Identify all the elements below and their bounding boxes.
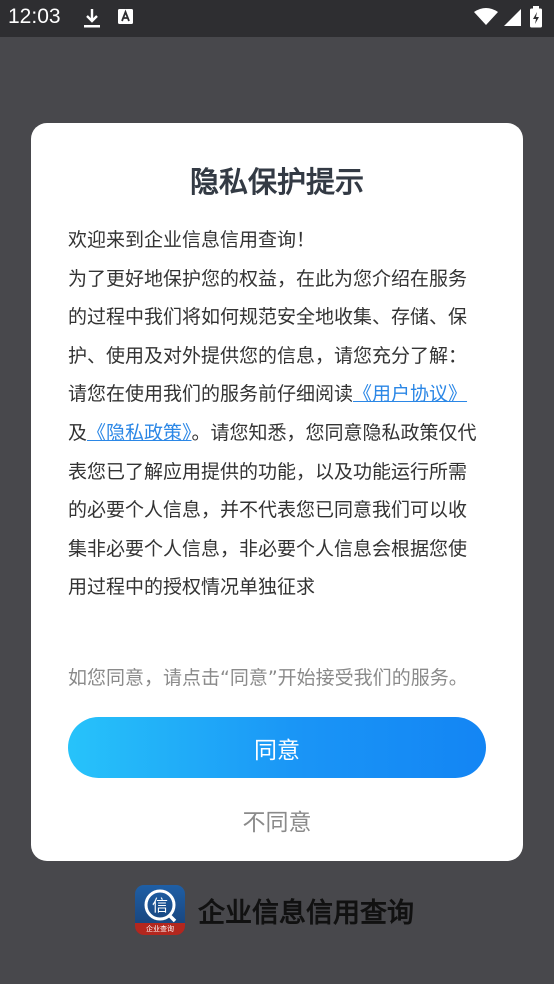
user-agreement-link[interactable]: 《用户协议》 bbox=[353, 383, 467, 405]
app-brand: 信 企业查询 企业信息信用查询 bbox=[135, 885, 414, 935]
a-app-icon bbox=[117, 7, 135, 31]
dialog-title: 隐私保护提示 bbox=[189, 165, 364, 199]
intro-description: 为了更好地保护您的权益，在此为您介绍在服务的过程中我们将如何规范安全地收集、存储… bbox=[68, 267, 468, 367]
battery-icon bbox=[529, 6, 543, 32]
policy-paragraph: 请您在使用我们的服务前仔细阅读《用户协议》及《隐私政策》。请您知悉，您同意隐私政… bbox=[68, 375, 480, 607]
agree-button[interactable]: 同意 bbox=[68, 717, 486, 778]
wifi-icon bbox=[474, 8, 498, 30]
download-icon bbox=[82, 7, 102, 33]
dialog-body: 欢迎来到企业信息信用查询！ 为了更好地保护您的权益，在此为您介绍在服务的过程中我… bbox=[68, 221, 480, 641]
policy-prefix: 请您在使用我们的服务前仔细阅读 bbox=[68, 383, 354, 406]
intro-welcome: 欢迎来到企业信息信用查询！ bbox=[68, 229, 316, 251]
status-bar: 12:03 bbox=[0, 0, 554, 37]
privacy-policy-link[interactable]: 《隐私政策》 bbox=[87, 422, 192, 444]
disagree-button[interactable]: 不同意 bbox=[177, 799, 377, 841]
privacy-dialog: 隐私保护提示 欢迎来到企业信息信用查询！ 为了更好地保护您的权益，在此为您介绍在… bbox=[31, 123, 523, 861]
cellular-signal-icon bbox=[502, 8, 522, 31]
status-time: 12:03 bbox=[8, 5, 61, 28]
app-logo: 信 企业查询 bbox=[135, 885, 185, 935]
app-name: 企业信息信用查询 bbox=[198, 897, 414, 929]
app-logo-mark: 信 bbox=[144, 889, 177, 923]
consent-hint: 如您同意，请点击“同意”开始接受我们的服务。 bbox=[68, 667, 468, 689]
app-logo-caption: 企业查询 bbox=[135, 923, 185, 935]
policy-suffix: 。请您知悉，您同意隐私政策仅代表您已了解应用提供的功能，以及功能运行所需的必要个… bbox=[68, 421, 477, 599]
policy-conjunction: 及 bbox=[68, 421, 88, 444]
app-logo-char: 信 bbox=[152, 896, 168, 915]
